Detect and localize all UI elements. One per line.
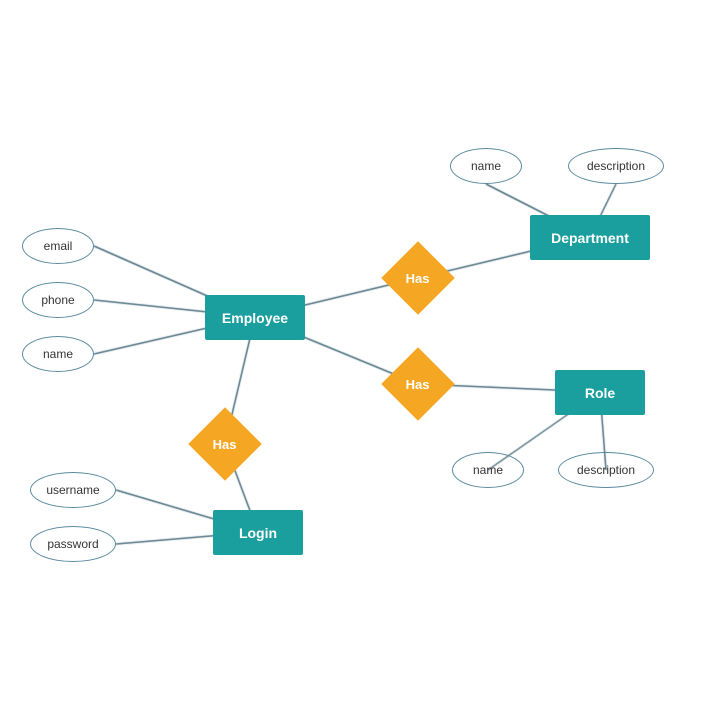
entity-department: Department xyxy=(530,215,650,260)
entity-role: Role xyxy=(555,370,645,415)
attr-role-desc: description xyxy=(558,452,654,488)
attr-dept-name: name xyxy=(450,148,522,184)
diamond-has-dept: Has xyxy=(381,241,455,315)
entity-employee: Employee xyxy=(205,295,305,340)
attr-username: username xyxy=(30,472,116,508)
attr-password: password xyxy=(30,526,116,562)
attr-role-name: name xyxy=(452,452,524,488)
attr-emp-name: name xyxy=(22,336,94,372)
attr-phone: phone xyxy=(22,282,94,318)
entity-login: Login xyxy=(213,510,303,555)
attr-dept-desc: description xyxy=(568,148,664,184)
diamond-has-login: Has xyxy=(188,407,262,481)
diamond-has-role: Has xyxy=(381,347,455,421)
attr-email: email xyxy=(22,228,94,264)
diagram-canvas xyxy=(0,0,728,728)
